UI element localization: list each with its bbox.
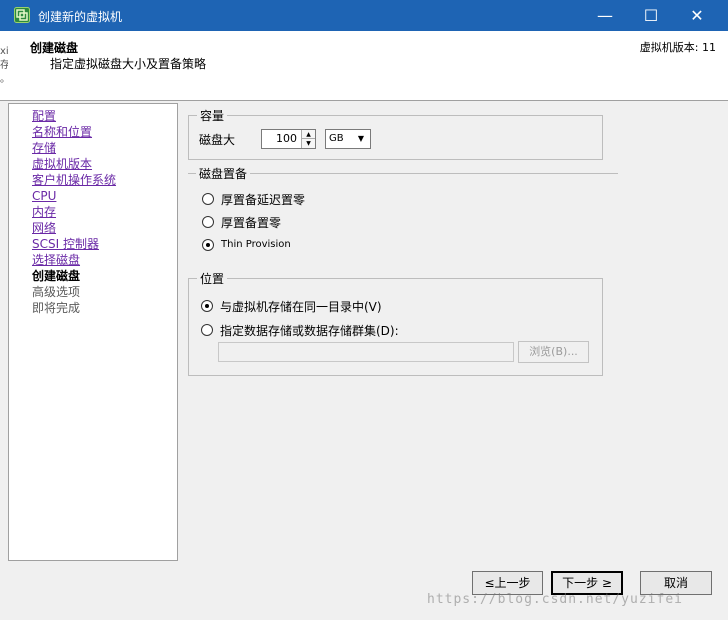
radio-button[interactable]: [202, 239, 214, 251]
page-title: 创建磁盘: [30, 41, 79, 55]
radio-label: 厚置备置零: [221, 216, 282, 230]
location-group-label: 位置: [197, 270, 228, 287]
provisioning-group: 磁盘置备 厚置备延迟置零 厚置备置零 Thin Provision: [188, 165, 618, 268]
disk-unit-select[interactable]: GB ▼: [325, 129, 371, 149]
back-button-label: ≤上一步: [484, 576, 531, 590]
wizard-header: xi 存 。 创建磁盘 指定虚拟磁盘大小及置备策略 虚拟机版本: 11: [0, 31, 728, 101]
cancel-button-label: 取消: [663, 576, 688, 590]
vm-wizard-icon: [14, 7, 30, 23]
wizard-step-nav: 配置 名称和位置 存储 虚拟机版本 客户机操作系统 CPU 内存 网络 SCSI…: [8, 103, 178, 561]
nav-item-configuration[interactable]: 配置: [32, 108, 56, 124]
page-subtitle: 指定虚拟磁盘大小及置备策略: [50, 57, 207, 71]
datastore-path-input[interactable]: [218, 342, 514, 362]
nav-item-label: 内存: [32, 205, 57, 219]
radio-button[interactable]: [202, 193, 214, 205]
nav-item-label: CPU: [32, 189, 57, 203]
close-icon: ✕: [690, 6, 704, 25]
disk-size-stepper[interactable]: 100 ▲ ▼: [261, 129, 316, 149]
window-title: 创建新的虚拟机: [38, 10, 123, 24]
nav-item-scsi-controller[interactable]: SCSI 控制器: [32, 236, 99, 252]
radio-label: Thin Provision: [221, 239, 291, 250]
maximize-button[interactable]: ☐: [628, 0, 674, 31]
watermark-text: https://blog.csdn.net/yuzifei: [427, 592, 683, 607]
radio-label: 与虚拟机存储在同一目录中(V): [220, 300, 382, 314]
location-group: 位置 与虚拟机存储在同一目录中(V) 指定数据存储或数据存储群集(D): 浏览(…: [188, 270, 603, 376]
close-button[interactable]: ✕: [674, 0, 720, 31]
capacity-group: 容量 磁盘大 100 ▲ ▼ GB ▼: [188, 107, 603, 160]
nav-item-label: 网络: [32, 221, 57, 235]
nav-item-cpu[interactable]: CPU: [32, 188, 56, 204]
nav-item-select-disk[interactable]: 选择磁盘: [32, 252, 80, 268]
radio-button[interactable]: [201, 324, 213, 336]
nav-item-label: 选择磁盘: [32, 253, 81, 267]
minimize-button[interactable]: —: [582, 0, 628, 31]
nav-item-label: 存储: [32, 141, 57, 155]
vm-version-label: 虚拟机版本: 11: [639, 41, 716, 54]
capacity-group-label: 容量: [197, 107, 228, 124]
provisioning-group-label: 磁盘置备: [196, 165, 251, 182]
nav-item-advanced-options: 高级选项: [32, 284, 80, 300]
nav-item-label: SCSI 控制器: [32, 237, 99, 251]
radio-button[interactable]: [201, 300, 213, 312]
wizard-content: 容量 磁盘大 100 ▲ ▼ GB ▼ 磁盘置备 厚置备延迟置零 厚置备置零 T…: [180, 103, 720, 561]
browse-button-label: 浏览(B)...: [529, 345, 578, 358]
chevron-down-icon: ▼: [357, 134, 365, 143]
nav-item-label: 即将完成: [32, 301, 81, 315]
nav-item-vm-version[interactable]: 虚拟机版本: [32, 156, 92, 172]
disk-unit-value: GB: [329, 133, 344, 144]
title-bar: 创建新的虚拟机 — ☐ ✕: [0, 0, 728, 31]
disk-size-value: 100: [276, 132, 297, 145]
nav-item-label: 高级选项: [32, 285, 81, 299]
nav-item-guest-os[interactable]: 客户机操作系统: [32, 172, 116, 188]
background-window-edge-text: xi 存 。: [0, 46, 8, 85]
radio-label: 厚置备延迟置零: [221, 193, 306, 207]
nav-item-ready-to-complete: 即将完成: [32, 300, 80, 316]
spin-up-icon[interactable]: ▲: [301, 130, 315, 139]
nav-item-storage[interactable]: 存储: [32, 140, 56, 156]
minimize-icon: —: [597, 6, 613, 25]
browse-button[interactable]: 浏览(B)...: [518, 341, 589, 363]
nav-item-name-location[interactable]: 名称和位置: [32, 124, 92, 140]
nav-item-label: 创建磁盘: [32, 269, 81, 283]
nav-item-label: 名称和位置: [32, 125, 93, 139]
nav-item-create-disk: 创建磁盘: [32, 268, 80, 284]
next-button-label: 下一步 ≥: [562, 576, 612, 590]
spin-down-icon[interactable]: ▼: [301, 139, 315, 148]
nav-item-label: 配置: [32, 109, 57, 123]
maximize-icon: ☐: [643, 6, 659, 25]
nav-item-label: 虚拟机版本: [32, 157, 93, 171]
nav-item-network[interactable]: 网络: [32, 220, 56, 236]
radio-button[interactable]: [202, 216, 214, 228]
nav-item-memory[interactable]: 内存: [32, 204, 56, 220]
disk-size-label: 磁盘大: [199, 133, 236, 147]
radio-label: 指定数据存储或数据存储群集(D):: [220, 324, 399, 338]
nav-item-label: 客户机操作系统: [32, 173, 117, 187]
